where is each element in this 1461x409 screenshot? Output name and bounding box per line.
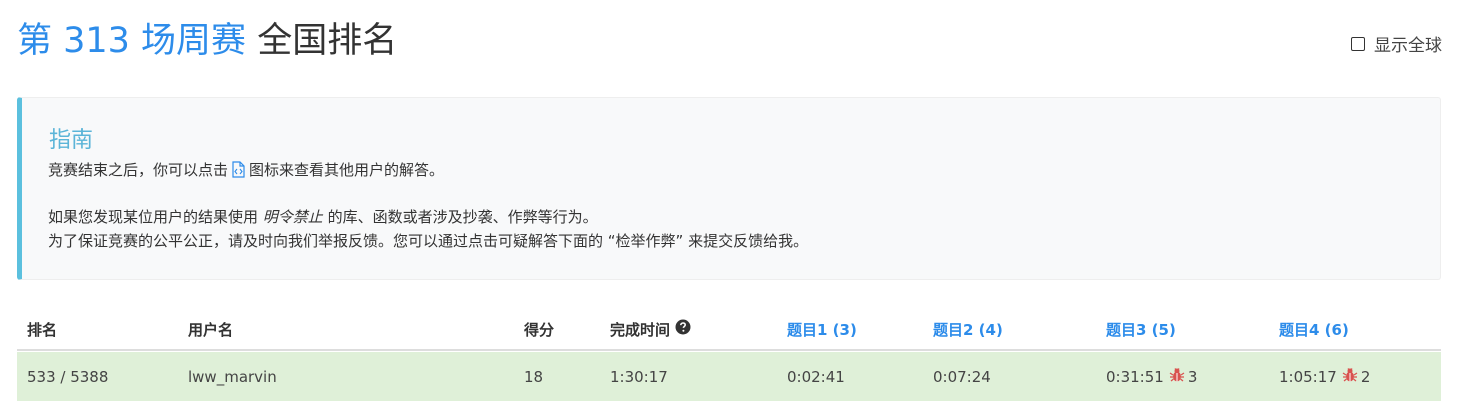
header-rank: 排名 (27, 320, 58, 339)
question-4-cell[interactable]: 1:05:17 2 (1279, 352, 1370, 401)
table-row: 533 / 5388 lww_marvin 18 1:30:17 0:02:41… (17, 352, 1441, 401)
ranking-table-header: 排名 用户名 得分 完成时间 题目1 (3) 题目2 (4) 题目3 (5) 题… (17, 309, 1441, 351)
bug-icon (1342, 367, 1358, 387)
question-3-penalty: 3 (1187, 367, 1198, 386)
guide-line-3: 为了保证竞赛的公平公正，请及时向我们举报反馈。您可以通过点击可疑解答下面的 “检… (48, 232, 809, 250)
guide-title: 指南 (49, 128, 94, 153)
ranking-label: 全国排名 (257, 21, 398, 61)
question-4-penalty: 2 (1360, 367, 1371, 386)
header-finish-time: 完成时间 (610, 309, 691, 349)
header-question-2[interactable]: 题目2 (4) (933, 309, 1003, 349)
header-score: 得分 (524, 320, 555, 339)
guide-panel: 指南 竞赛结束之后，你可以点击 图标来查看其他用户的解答。 如果您发现某位用户的结… (17, 97, 1441, 280)
header-finish-time-label: 完成时间 (610, 320, 671, 339)
header-question-3[interactable]: 题目3 (5) (1106, 309, 1176, 349)
contest-name: 第 313 场周赛 (17, 21, 247, 61)
finish-time-cell: 1:30:17 (610, 367, 668, 386)
guide-line-2-start: 如果您发现某位用户的结果使用 (48, 208, 263, 226)
question-2-cell[interactable]: 0:07:24 (933, 352, 991, 401)
show-global-label: 显示全球 (1374, 36, 1442, 56)
rank-cell: 533 / 5388 (27, 367, 109, 386)
question-3-cell[interactable]: 0:31:51 3 (1106, 352, 1197, 401)
header-username: 用户名 (188, 320, 234, 339)
guide-line-1-start: 竞赛结束之后，你可以点击 (48, 161, 229, 179)
page-title: 第 313 场周赛 全国排名 (17, 14, 397, 68)
forbidden-emphasis: 明令禁止 (262, 208, 323, 226)
header-question-4[interactable]: 题目4 (6) (1279, 309, 1349, 349)
guide-line-2-end: 的库、函数或者涉及抄袭、作弊等行为。 (322, 208, 598, 226)
guide-line-2: 如果您发现某位用户的结果使用 明令禁止 的库、函数或者涉及抄袭、作弊等行为。 (48, 205, 598, 229)
code-document-icon (231, 161, 246, 185)
question-circle-icon[interactable] (675, 319, 691, 339)
header-question-1[interactable]: 题目1 (3) (787, 309, 857, 349)
score-cell: 18 (524, 367, 544, 386)
question-1-cell[interactable]: 0:02:41 (787, 352, 845, 401)
show-global-toggle[interactable]: 显示全球 (1351, 31, 1442, 56)
guide-line-1: 竞赛结束之后，你可以点击 图标来查看其他用户的解答。 (48, 158, 444, 185)
question-4-time: 1:05:17 (1279, 367, 1337, 386)
username-cell[interactable]: lww_marvin (188, 352, 277, 401)
guide-line-1-end: 图标来查看其他用户的解答。 (249, 161, 445, 179)
show-global-checkbox[interactable] (1351, 36, 1365, 51)
question-3-time: 0:31:51 (1106, 367, 1164, 386)
bug-icon (1169, 367, 1185, 387)
